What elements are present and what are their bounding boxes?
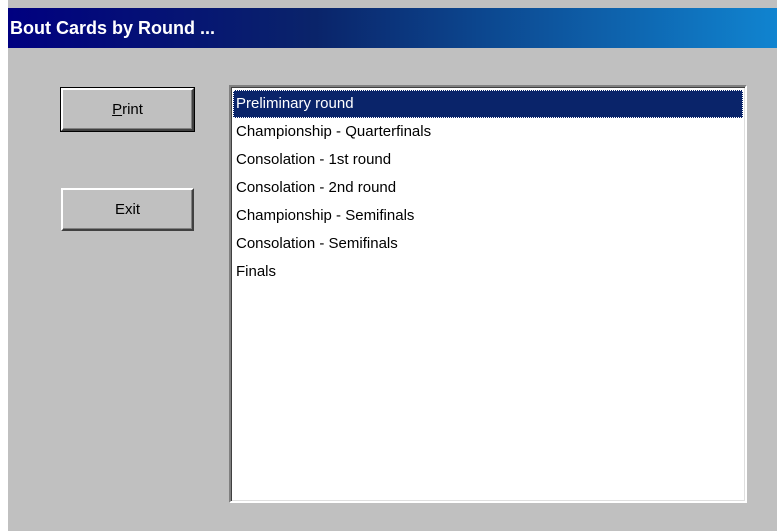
round-list-item-preliminary[interactable]: Preliminary round (233, 90, 743, 118)
bout-cards-window: Bout Cards by Round ... Print Exit Preli… (8, 0, 777, 531)
round-list-item-consolation-2nd[interactable]: Consolation - 2nd round (233, 174, 743, 202)
exit-button[interactable]: Exit (61, 188, 194, 231)
round-list-item-consolation-1st[interactable]: Consolation - 1st round (233, 146, 743, 174)
window-title: Bout Cards by Round ... (8, 8, 777, 48)
round-list-item-championship-semifinals[interactable]: Championship - Semifinals (233, 202, 743, 230)
print-button[interactable]: Print (60, 87, 195, 132)
print-mnemonic: P (112, 101, 123, 118)
round-list-item-championship-quarterfinals[interactable]: Championship - Quarterfinals (233, 118, 743, 146)
print-button-label: Print (112, 101, 143, 118)
print-label-rest: rint (122, 101, 143, 118)
exit-button-label: Exit (114, 201, 140, 218)
round-list-item-finals[interactable]: Finals (233, 258, 743, 286)
rounds-listbox[interactable]: Preliminary round Championship - Quarter… (229, 85, 747, 503)
round-list-item-consolation-semifinals[interactable]: Consolation - Semifinals (233, 230, 743, 258)
